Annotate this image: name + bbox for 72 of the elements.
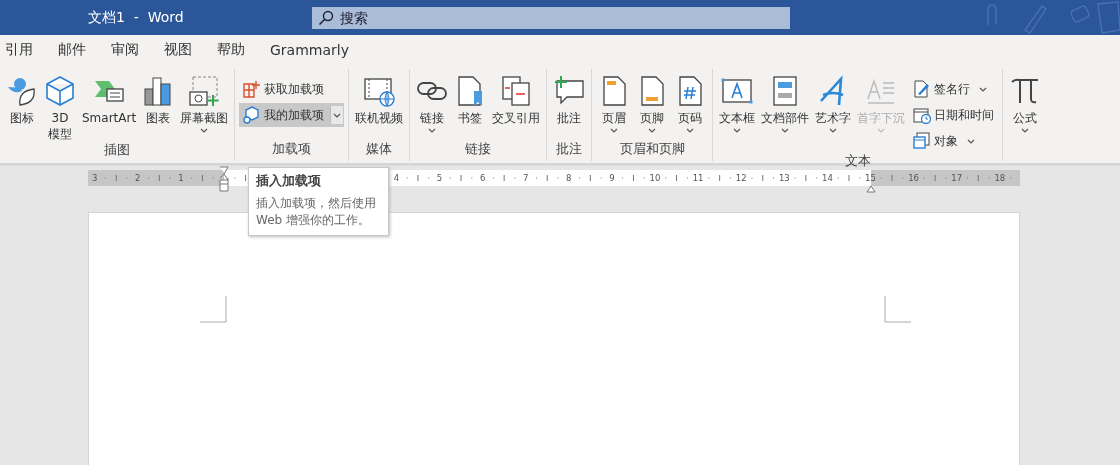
calendar-clock-icon [913, 106, 932, 124]
ribbon-button[interactable]: 文档部件 [759, 75, 812, 153]
group-label: 媒体 [365, 141, 394, 158]
ruler-number: 14 [822, 172, 833, 184]
margin-corner-mark [200, 296, 227, 323]
group-label: 加载项 [271, 141, 313, 158]
comment-plus-icon [553, 75, 586, 107]
ribbon-tab[interactable]: 引用 [5, 41, 33, 59]
margin-corner-mark [884, 296, 911, 323]
ruler-number: 16 [908, 172, 919, 184]
ribbon-button[interactable]: 页码 [672, 75, 709, 141]
ribbon-tab[interactable]: 邮件 [58, 41, 86, 59]
ruler-number: 7 [523, 172, 529, 184]
ribbon-button[interactable]: 页眉 [596, 75, 633, 141]
ribbon-tab[interactable]: 帮助 [217, 41, 245, 59]
film-globe-icon [363, 75, 396, 107]
ribbon-button[interactable]: 链接 [414, 75, 451, 141]
tooltip-title: 插入加载项 [256, 173, 322, 190]
ribbon-button[interactable]: 图标 [4, 75, 40, 142]
ribbon-button[interactable]: 联机视频 [353, 75, 406, 141]
ruler-number: 13 [778, 172, 790, 184]
ribbon-button[interactable]: 图表 [140, 75, 177, 142]
ribbon-button[interactable]: 公式 [1007, 75, 1044, 141]
indent-marker-icon[interactable] [219, 166, 229, 192]
ribbon-button[interactable]: 书签 [452, 75, 489, 141]
ruler-number: 9 [609, 172, 615, 184]
ribbon-button[interactable]: SmartArt [80, 75, 139, 142]
ruler-number: 4 [393, 172, 400, 184]
search-field[interactable]: 搜索 [312, 6, 790, 29]
ruler-number: 12 [735, 172, 747, 184]
ribbon-button[interactable]: 对象 [909, 129, 999, 153]
group-label: 插图 [103, 142, 132, 159]
ruler-number: 11 [692, 172, 704, 184]
ribbon-button[interactable]: 批注 [551, 75, 588, 141]
group-label: 页眉和页脚 [618, 141, 686, 158]
ribbon-button[interactable]: 屏幕截图 [178, 75, 231, 142]
ruler-number: 18 [994, 172, 1006, 184]
ribbon-button[interactable]: 获取加载项 [239, 77, 345, 101]
ribbon-button[interactable]: 签名行 [909, 77, 999, 101]
camera-plus-icon [188, 75, 221, 107]
ribbon-tab[interactable]: Grammarly [270, 42, 349, 58]
grid-plus-icon [243, 80, 262, 98]
cross-reference-icon [500, 75, 533, 107]
ruler-number: 1 [178, 172, 184, 184]
ribbon-button[interactable]: 文本框 [717, 75, 758, 153]
ribbon-button[interactable]: 页脚 [634, 75, 671, 141]
group-label: 文本 [843, 153, 872, 170]
ribbon-tab[interactable]: 审阅 [111, 41, 139, 59]
ruler-number: 15 [865, 172, 876, 184]
hexagon-icon [243, 106, 262, 124]
ribbon-button[interactable]: 日期和时间 [909, 103, 999, 127]
group-label: 链接 [464, 141, 493, 158]
ribbon-button[interactable]: 3D模型 [42, 75, 78, 142]
ruler-number: 17 [951, 172, 963, 184]
indent-marker-icon[interactable] [865, 184, 876, 193]
group-label: 批注 [555, 141, 584, 158]
ribbon-button[interactable]: 交叉引用 [490, 75, 543, 141]
window-title: 文档1 - Word [88, 8, 185, 27]
tooltip-text: 插入加载项，然后使用Web 增强你的工作。 [256, 195, 377, 229]
cube-icon [44, 75, 76, 107]
ribbon-button[interactable]: 我的加载项 [239, 103, 345, 127]
ruler-number: 8 [566, 172, 572, 184]
ribbon-button[interactable]: 艺术字 [813, 75, 854, 153]
ruler-number: 10 [649, 172, 661, 184]
object-frame-icon [913, 132, 932, 150]
ruler-number: 6 [479, 172, 486, 184]
ruler-number: 2 [135, 172, 141, 184]
bird-leaf-icon [6, 75, 38, 107]
ribbon-tab[interactable]: 视图 [164, 41, 192, 59]
ruler-number: 5 [436, 172, 443, 184]
signature-line-icon [913, 80, 932, 98]
ruler-number: 3 [92, 172, 98, 184]
